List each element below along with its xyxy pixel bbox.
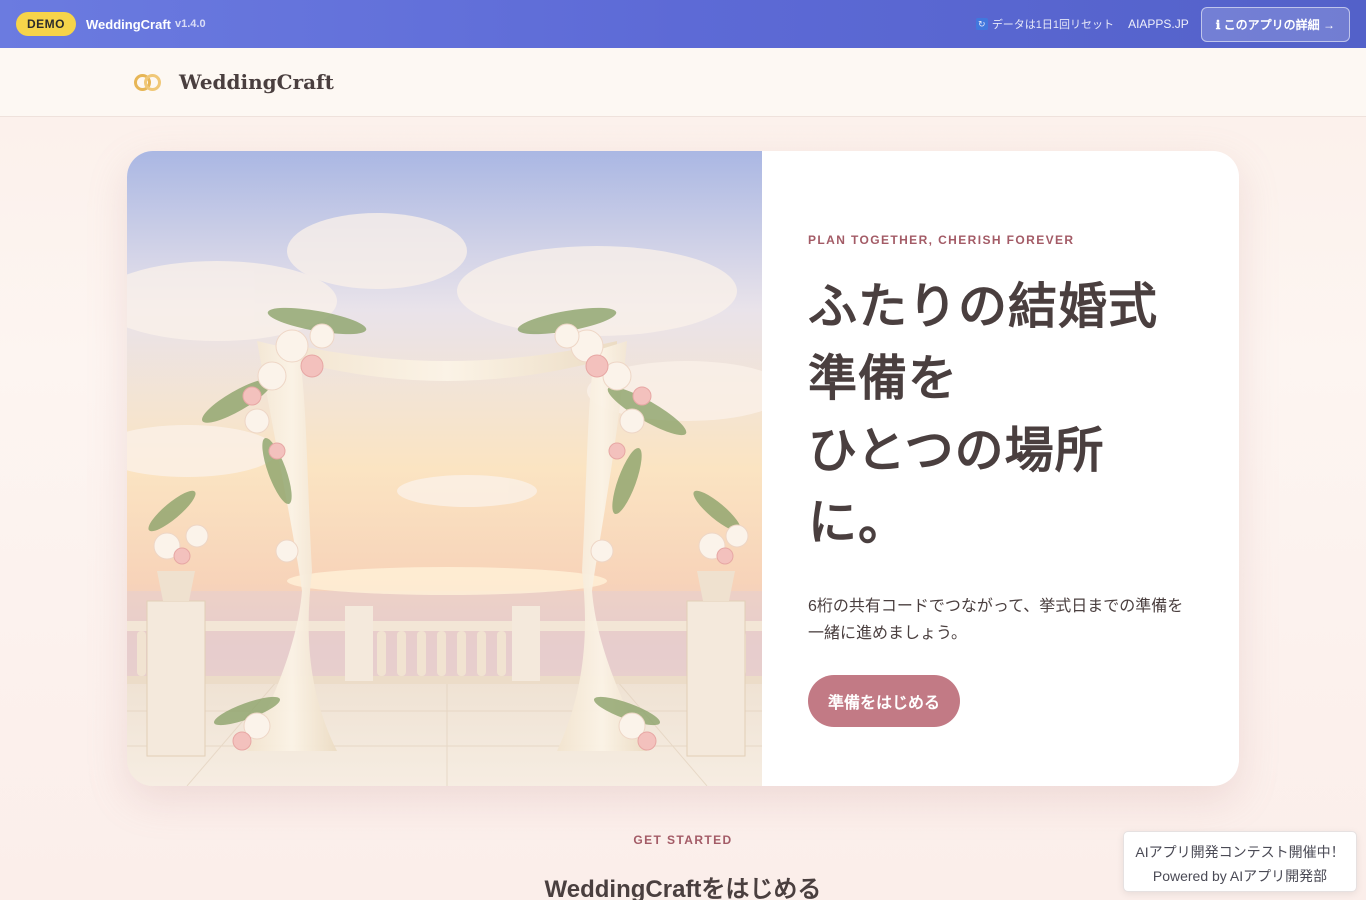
wedding-rings-icon[interactable] <box>132 70 164 94</box>
hero-title-line: ふたりの結婚式 <box>808 278 1159 335</box>
reset-note: ↻ データは1日1回リセット <box>975 16 1115 32</box>
app-detail-button[interactable]: ℹ このアプリの詳細 → <box>1200 6 1350 42</box>
brand-name[interactable]: WeddingCraft <box>179 70 334 94</box>
hero-description: 6桁の共有コードでつながって、挙式日までの準備を一緒に進めましょう。 <box>808 598 1184 642</box>
hero-title-line: に。 <box>808 494 909 551</box>
contest-text: AIアプリ開発コンテスト開催中！ <box>1135 844 1345 860</box>
wedding-arch-illustration <box>127 151 762 786</box>
reset-note-text: データは1日1回リセット <box>991 19 1115 31</box>
demo-version: v1.4.0 <box>174 18 206 30</box>
contest-badge[interactable]: AIアプリ開発コンテスト開催中！ Powered by AIアプリ開発部 <box>1123 831 1357 892</box>
hero-text: PLAN TOGETHER, CHERISH FOREVER ふたりの結婚式 準… <box>762 151 1239 786</box>
hero-tagline: PLAN TOGETHER, CHERISH FOREVER <box>808 233 1075 247</box>
hero-title: ふたりの結婚式 準備を ひとつの場所 に。 <box>808 271 1199 559</box>
site-link[interactable]: AIAPPS.JP <box>1128 17 1189 31</box>
demo-bar-right: ↻ データは1日1回リセット AIAPPS.JP ℹ このアプリの詳細 → <box>975 6 1350 42</box>
start-preparation-button[interactable]: 準備をはじめる <box>808 675 961 727</box>
hero-card: PLAN TOGETHER, CHERISH FOREVER ふたりの結婚式 準… <box>127 151 1239 786</box>
powered-by-text: Powered by AIアプリ開発部 <box>1152 868 1328 884</box>
hero-title-line: 準備を <box>808 350 959 407</box>
hero-title-line: ひとつの場所 <box>808 422 1105 479</box>
refresh-icon: ↻ <box>975 18 988 30</box>
site-header: WeddingCraft <box>0 48 1366 117</box>
demo-bar: DEMO WeddingCraft v1.4.0 ↻ データは1日1回リセット … <box>0 0 1366 48</box>
demo-app-name: WeddingCraft <box>86 16 171 32</box>
demo-badge: DEMO <box>16 12 76 36</box>
